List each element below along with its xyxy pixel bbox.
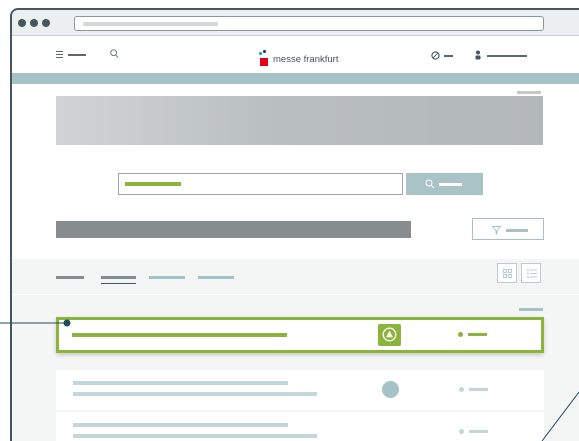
grid-view-button[interactable]: [497, 263, 517, 283]
banner-caption: [517, 91, 541, 94]
logo-text: messe frankfurt: [273, 54, 339, 65]
hero-banner: [56, 96, 543, 145]
list-item-subtitle: [73, 392, 317, 396]
language-label[interactable]: [444, 55, 453, 57]
list-item-title: [72, 333, 287, 337]
list-item-selected[interactable]: [56, 317, 544, 353]
window-minimize-dot[interactable]: [30, 19, 38, 27]
filter-button-label: [506, 229, 528, 232]
circle-icon: [382, 381, 399, 398]
list-view-button[interactable]: [521, 263, 541, 283]
tab-4[interactable]: [198, 276, 234, 279]
tab-3[interactable]: [149, 276, 185, 279]
list-view-icon: [527, 269, 537, 278]
address-bar[interactable]: [74, 16, 544, 31]
divider: [12, 294, 579, 295]
search-input[interactable]: [118, 173, 403, 195]
status-dot: [459, 387, 464, 392]
user-label[interactable]: [487, 55, 527, 57]
list-item[interactable]: [56, 412, 544, 441]
tab-2[interactable]: [101, 276, 136, 279]
status-dot: [459, 429, 464, 434]
window-maximize-dot[interactable]: [42, 19, 50, 27]
site-logo[interactable]: messe frankfurt: [259, 46, 338, 66]
search-input-value: [125, 182, 181, 186]
tab-1[interactable]: [56, 276, 84, 279]
browser-titlebar: [12, 10, 579, 36]
list-item-title: [73, 381, 288, 385]
active-tab-indicator: [101, 283, 136, 284]
address-bar-text: [83, 22, 218, 26]
globe-icon[interactable]: [431, 51, 440, 60]
browser-window: messe frankfurt: [10, 8, 579, 441]
list-item-meta: [469, 388, 488, 391]
list-item-meta: [469, 430, 488, 433]
list-item-title: [73, 423, 288, 427]
list-item[interactable]: [56, 370, 544, 410]
results-heading: [56, 221, 411, 238]
tab-bar: [12, 259, 579, 294]
search-button[interactable]: [406, 173, 483, 195]
results-count: [519, 308, 543, 311]
status-dot: [458, 332, 463, 337]
navigation-band: [12, 73, 579, 84]
logo-mark-icon: [259, 50, 269, 66]
warning-triangle-icon: [378, 324, 401, 346]
search-icon: [425, 179, 435, 189]
site-header: messe frankfurt: [12, 37, 579, 75]
window-close-dot[interactable]: [18, 19, 26, 27]
user-icon[interactable]: [475, 50, 481, 60]
menu-label[interactable]: [68, 54, 86, 56]
grid-view-icon: [503, 269, 512, 278]
list-item-subtitle: [73, 434, 317, 438]
menu-icon[interactable]: [56, 51, 63, 60]
list-item-meta: [468, 333, 487, 336]
filter-button[interactable]: [472, 218, 544, 240]
search-icon[interactable]: [110, 49, 119, 59]
filter-icon: [492, 226, 501, 235]
search-button-label: [439, 183, 462, 186]
